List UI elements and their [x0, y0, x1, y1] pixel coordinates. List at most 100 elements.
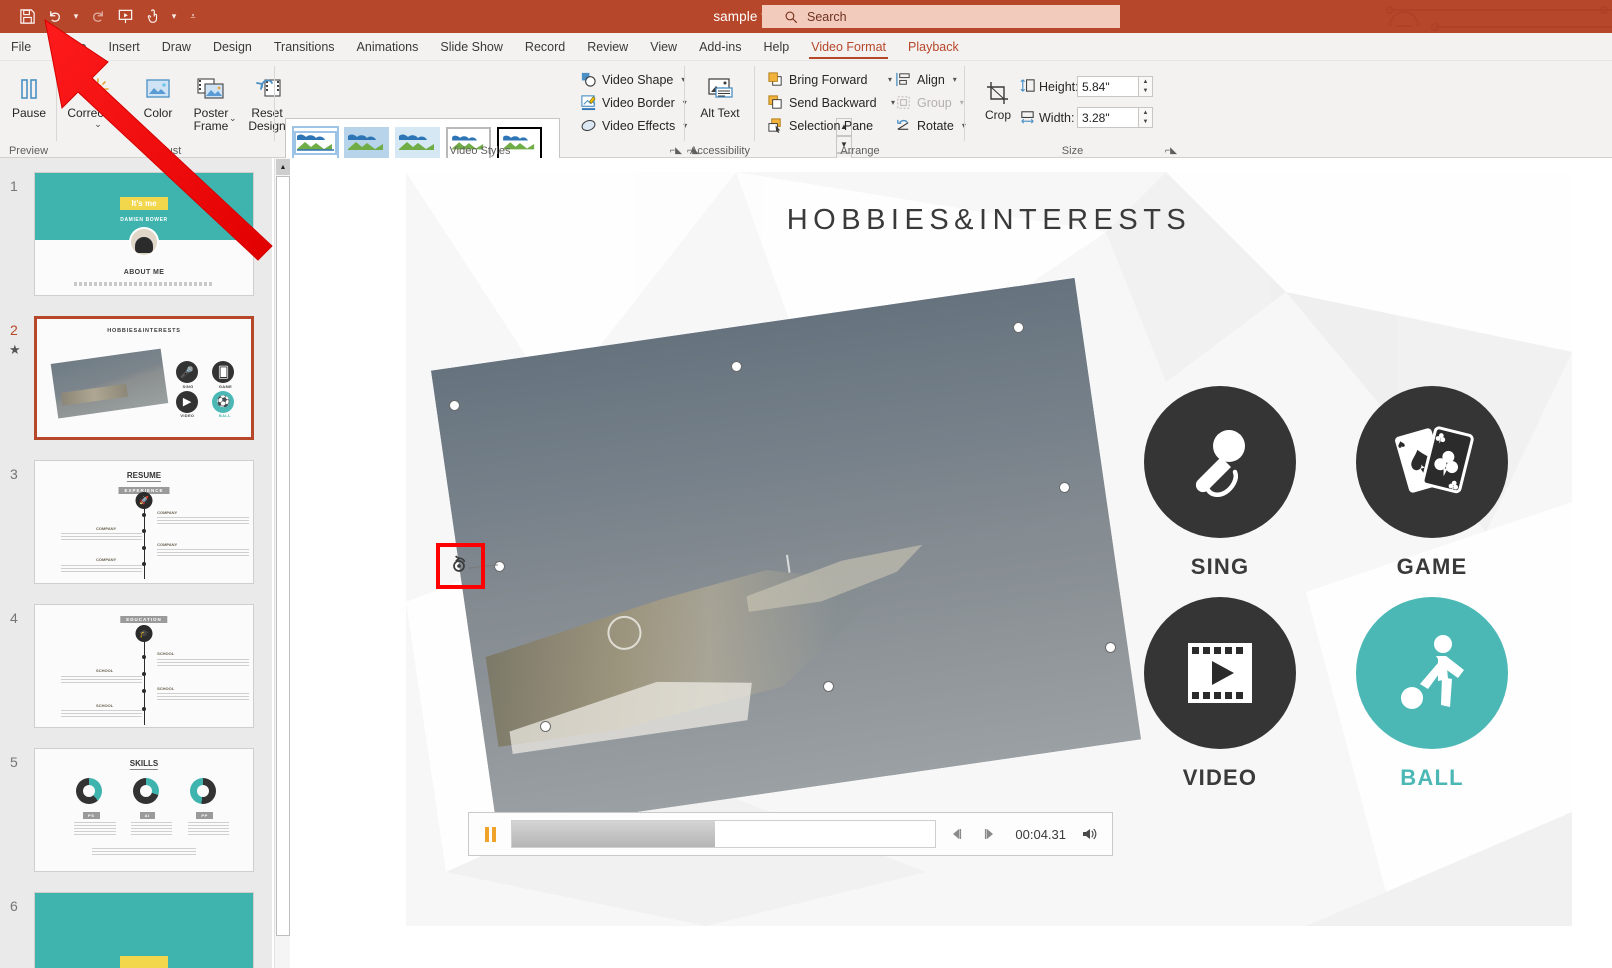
tab-insert[interactable]: Insert [98, 33, 151, 61]
tab-record[interactable]: Record [514, 33, 576, 61]
mini-title: It’s me [120, 197, 168, 210]
bring-forward-chevron-icon[interactable]: ▾ [888, 75, 892, 84]
tab-draw[interactable]: Draw [151, 33, 202, 61]
stepper-down-icon[interactable]: ▼ [1139, 87, 1152, 97]
tab-playback[interactable]: Playback [897, 33, 970, 61]
tab-animations[interactable]: Animations [346, 33, 430, 61]
selection-handle-middle-right[interactable] [1059, 482, 1070, 493]
slide-preview-selected[interactable]: HOBBIES&INTERESTS 🎤 SING 🂠 GAME ▶ VIDEO … [34, 316, 254, 440]
selection-handle-top-center[interactable] [731, 361, 742, 372]
width-stepper[interactable]: ▲▼ [1139, 107, 1153, 128]
height-stepper[interactable]: ▲▼ [1139, 76, 1153, 97]
video-placeholder[interactable] [431, 278, 1141, 832]
media-step-forward-button[interactable] [978, 826, 1000, 842]
save-icon[interactable] [14, 5, 40, 29]
tab-slide-show[interactable]: Slide Show [429, 33, 514, 61]
group-label-size: Size [965, 145, 1180, 157]
thumbnail-slide-1[interactable]: 1 It’s me DAMIEN BOWER ABOUT ME [0, 172, 272, 298]
media-control-bar[interactable]: 00:04.31 [468, 812, 1113, 856]
thumbnail-slide-3[interactable]: 3 RESUME EXPERIENCE 🚀 COMPANY COMPANY CO… [0, 460, 272, 586]
media-time-label: 00:04.31 [1010, 827, 1066, 842]
tab-add-ins[interactable]: Add-ins [688, 33, 752, 61]
stepper-up-icon[interactable]: ▲ [1139, 108, 1152, 118]
alt-text-button[interactable]: Alt Text [693, 70, 747, 120]
undo-icon[interactable] [42, 5, 68, 29]
current-slide[interactable]: HOBBIES&INTERESTS [406, 172, 1572, 926]
touch-mode-dropdown-icon[interactable]: ▾ [168, 5, 180, 29]
hobby-ball[interactable]: BALL [1356, 597, 1508, 791]
thumbnail-scrollbar[interactable]: ▲ [274, 158, 290, 968]
selection-handle-middle-left[interactable] [494, 561, 505, 572]
redo-icon[interactable] [84, 5, 110, 29]
size-dialog-launcher[interactable]: ⌐◣ [1165, 145, 1177, 156]
align-button[interactable]: Align ▾ [895, 71, 957, 88]
media-step-back-button[interactable] [946, 826, 968, 842]
search-input[interactable]: Search [762, 5, 1120, 28]
tab-view[interactable]: View [639, 33, 688, 61]
hobby-game[interactable]: GAME [1356, 386, 1508, 580]
media-pause-button[interactable] [479, 823, 501, 845]
slideshow-icon[interactable] [112, 5, 138, 29]
height-icon [1019, 77, 1036, 94]
slide-preview[interactable] [34, 892, 254, 968]
rotate-button[interactable]: Rotate ▾ [895, 117, 966, 134]
touch-mode-icon[interactable] [140, 5, 166, 29]
stepper-down-icon[interactable]: ▼ [1139, 118, 1152, 128]
video-shape-button[interactable]: Video Shape ▾ [580, 71, 685, 88]
selection-pane-button[interactable]: Selection Pane [767, 117, 873, 134]
thumbnail-slide-2[interactable]: 2 ★ HOBBIES&INTERESTS 🎤 SING 🂠 GAME ▶ VI… [0, 316, 272, 442]
chevron-down-icon[interactable]: ▾ [953, 75, 957, 84]
send-backward-button[interactable]: Send Backward [767, 94, 877, 111]
slide-preview[interactable]: It’s me DAMIEN BOWER ABOUT ME [34, 172, 254, 296]
thumbnail-slide-6[interactable]: 6 [0, 892, 272, 968]
poster-frame-button[interactable]: Poster Frame [183, 70, 239, 134]
height-field[interactable]: 5.84" [1077, 76, 1139, 97]
selection-handle-bottom-center[interactable] [823, 681, 834, 692]
video-styles-dialog-launcher[interactable]: ⌐◣ [670, 145, 682, 156]
selection-handle-bottom-right[interactable] [1105, 642, 1116, 653]
media-volume-button[interactable] [1076, 825, 1102, 843]
tab-transitions[interactable]: Transitions [263, 33, 346, 61]
video-border-button[interactable]: Video Border ▾ [580, 94, 687, 111]
tab-home[interactable]: Home [42, 33, 97, 61]
selection-handle-top-left[interactable] [449, 400, 460, 411]
selection-handle-bottom-left[interactable] [540, 721, 551, 732]
video-effects-button[interactable]: Video Effects ▾ [580, 117, 687, 134]
customize-qat-icon[interactable]: ⩡ [182, 5, 204, 29]
width-field[interactable]: 3.28" [1077, 107, 1139, 128]
slide-preview[interactable]: SKILLS PS AI PP [34, 748, 254, 872]
tab-video-format[interactable]: Video Format [800, 33, 897, 61]
accessibility-dialog-launcher[interactable]: ⌐◣ [687, 145, 699, 156]
mini-banner [120, 956, 168, 968]
scrollbar-thumb[interactable] [276, 176, 290, 936]
stepper-up-icon[interactable]: ▲ [1139, 77, 1152, 87]
tab-review[interactable]: Review [576, 33, 639, 61]
hobby-video[interactable]: VIDEO [1144, 597, 1296, 791]
poster-frame-chevron-icon[interactable]: ⌄ [229, 114, 237, 123]
bring-forward-button[interactable]: Bring Forward [767, 71, 868, 88]
tab-design[interactable]: Design [202, 33, 263, 61]
slide-number: 6 [10, 898, 18, 914]
chevron-down-icon[interactable]: ⌄ [94, 120, 102, 129]
mini-entry: COMPANY [96, 557, 116, 562]
tab-help[interactable]: Help [752, 33, 800, 61]
media-progress-bar[interactable] [511, 820, 936, 848]
scroll-up-icon[interactable]: ▲ [276, 159, 290, 175]
pause-button[interactable]: Pause [3, 70, 55, 120]
hobby-sing[interactable]: SING [1144, 386, 1296, 580]
crop-button[interactable]: Crop [975, 72, 1021, 122]
tab-file[interactable]: File [0, 33, 42, 61]
undo-dropdown-icon[interactable]: ▾ [70, 5, 82, 29]
mini-entry: SCHOOL [157, 651, 174, 656]
slide-thumbnail-pane[interactable]: 1 It’s me DAMIEN BOWER ABOUT ME 2 ★ [0, 158, 272, 968]
selection-handle-top-right[interactable] [1013, 322, 1024, 333]
slide-preview[interactable]: EDUCATION 🎓 SCHOOL SCHOOL SCHOOL SCHOOL [34, 604, 254, 728]
mini-footer: ABOUT ME [124, 269, 165, 276]
video-shape-label: Video Shape [602, 73, 673, 87]
thumbnail-slide-5[interactable]: 5 SKILLS PS AI PP [0, 748, 272, 874]
corrections-button[interactable]: Corrections ⌄ [63, 70, 133, 129]
ribbon-group-size: Crop Height: 5.84" ▲▼ Width: 3.28" ▲▼ Si… [965, 61, 1180, 158]
color-button[interactable]: Color [133, 70, 183, 120]
slide-preview[interactable]: RESUME EXPERIENCE 🚀 COMPANY COMPANY COMP… [34, 460, 254, 584]
thumbnail-slide-4[interactable]: 4 EDUCATION 🎓 SCHOOL SCHOOL SCHOOL SCHOO… [0, 604, 272, 730]
